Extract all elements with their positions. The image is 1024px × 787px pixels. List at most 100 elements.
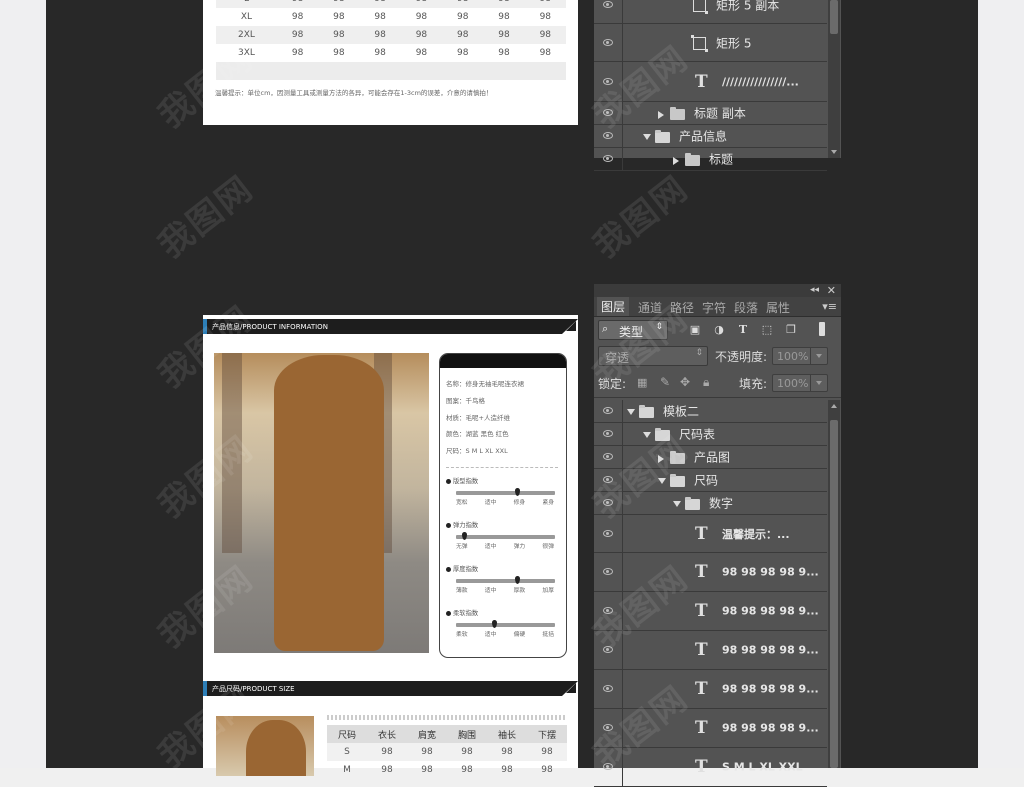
folder-icon bbox=[685, 152, 700, 166]
layer-row[interactable]: 尺码 bbox=[594, 469, 827, 492]
eye-icon[interactable] bbox=[603, 132, 613, 139]
layer-row[interactable]: 产品图 bbox=[594, 446, 827, 469]
visibility-toggle[interactable] bbox=[594, 24, 623, 61]
visibility-toggle[interactable] bbox=[594, 709, 623, 747]
opacity-field[interactable]: 100% bbox=[772, 347, 828, 365]
layer-row[interactable]: T ////////////////... bbox=[594, 62, 827, 102]
tab-character[interactable]: 字符 bbox=[702, 299, 726, 316]
eye-icon[interactable] bbox=[603, 407, 613, 414]
value-cell: 98 bbox=[359, 0, 401, 8]
eye-icon[interactable] bbox=[603, 38, 613, 46]
eye-icon[interactable] bbox=[603, 568, 613, 575]
layer-row[interactable]: T 温馨提示：... bbox=[594, 515, 827, 553]
layer-row[interactable]: 产品信息 bbox=[594, 125, 827, 148]
visibility-toggle[interactable] bbox=[594, 469, 623, 491]
scrollbar[interactable] bbox=[828, 0, 840, 158]
layer-row[interactable]: 标题 bbox=[594, 148, 827, 171]
layer-row[interactable]: 尺码表 bbox=[594, 423, 827, 446]
tab-paths[interactable]: 路径 bbox=[670, 299, 694, 316]
left-margin bbox=[0, 0, 46, 768]
visibility-toggle[interactable] bbox=[594, 446, 623, 468]
layer-row[interactable]: 模板二 bbox=[594, 400, 827, 423]
info-material: 材质：毛呢+人造纤维 bbox=[446, 413, 510, 422]
eye-icon[interactable] bbox=[603, 724, 613, 731]
expand-down-icon[interactable] bbox=[643, 133, 651, 140]
visibility-toggle[interactable] bbox=[594, 125, 623, 147]
eye-icon[interactable] bbox=[603, 109, 613, 116]
eye-icon[interactable] bbox=[603, 430, 613, 437]
tab-layers[interactable]: 图层 bbox=[597, 297, 630, 316]
visibility-toggle[interactable] bbox=[594, 670, 623, 708]
fill-field[interactable]: 100% bbox=[772, 374, 828, 392]
value-cell: 98 bbox=[541, 765, 553, 775]
tab-channels[interactable]: 通道 bbox=[638, 299, 662, 316]
adjustment-filter-icon[interactable]: ◑ bbox=[713, 324, 725, 335]
tab-properties[interactable]: 属性 bbox=[766, 299, 790, 316]
lock-paint-icon[interactable]: ✎ bbox=[660, 375, 670, 389]
layer-row[interactable]: T 98 98 98 98 9... bbox=[594, 553, 827, 592]
visibility-toggle[interactable] bbox=[594, 148, 623, 170]
eye-icon[interactable] bbox=[603, 607, 613, 614]
visibility-toggle[interactable] bbox=[594, 0, 623, 23]
filter-kind-select[interactable]: ⌕ 类型 ⇕ bbox=[598, 320, 668, 340]
index-tick-label: 紧身 bbox=[542, 500, 554, 506]
lock-transparent-icon[interactable]: ▦ bbox=[637, 376, 647, 389]
smart-object-filter-icon[interactable]: ❐ bbox=[785, 324, 797, 335]
layers-panel-top: 矩形 5 副本 矩形 5 T ////////////////... 标题 副本产品信息… bbox=[594, 0, 841, 171]
expand-down-icon[interactable] bbox=[658, 477, 666, 484]
image-filter-icon[interactable]: ▣ bbox=[689, 324, 701, 335]
value-cell: 98 bbox=[442, 26, 484, 44]
size-photo bbox=[216, 716, 314, 776]
layer-row[interactable]: T 98 98 98 98 9... bbox=[594, 631, 827, 670]
visibility-toggle[interactable] bbox=[594, 592, 623, 630]
layer-row[interactable]: T 98 98 98 98 9... bbox=[594, 670, 827, 709]
value-cell: 98 bbox=[456, 48, 469, 58]
visibility-toggle[interactable] bbox=[594, 423, 623, 445]
visibility-toggle[interactable] bbox=[594, 102, 623, 124]
filter-toggle[interactable] bbox=[819, 322, 825, 336]
shape-filter-icon[interactable]: ⬚ bbox=[761, 324, 773, 335]
table-row bbox=[216, 62, 566, 80]
expand-down-icon[interactable] bbox=[643, 431, 651, 438]
tab-paragraph[interactable]: 段落 bbox=[734, 299, 758, 316]
expand-right-icon[interactable] bbox=[658, 454, 664, 463]
eye-icon[interactable] bbox=[603, 499, 613, 506]
expand-right-icon[interactable] bbox=[673, 156, 679, 165]
eye-icon[interactable] bbox=[603, 77, 613, 85]
eye-icon[interactable] bbox=[603, 155, 613, 162]
eye-icon[interactable] bbox=[603, 453, 613, 460]
visibility-toggle[interactable] bbox=[594, 62, 623, 101]
eye-icon[interactable] bbox=[603, 0, 613, 8]
layer-row[interactable]: 矩形 5 副本 bbox=[594, 0, 827, 24]
expand-down-icon[interactable] bbox=[627, 408, 635, 415]
panel-menu-icon[interactable]: ▾≡ bbox=[822, 300, 837, 313]
visibility-toggle[interactable] bbox=[594, 400, 623, 422]
visibility-toggle[interactable] bbox=[594, 492, 623, 514]
visibility-toggle[interactable] bbox=[594, 515, 623, 552]
layer-row[interactable]: T 98 98 98 98 9... bbox=[594, 709, 827, 748]
eye-icon[interactable] bbox=[603, 685, 613, 692]
eye-icon[interactable] bbox=[603, 476, 613, 483]
layer-row[interactable]: 数字 bbox=[594, 492, 827, 515]
scrollbar[interactable] bbox=[828, 400, 840, 768]
lock-move-icon[interactable]: ✥ bbox=[680, 375, 690, 389]
expand-down-icon[interactable] bbox=[673, 500, 681, 507]
index-title: 版型指数 bbox=[446, 476, 560, 485]
blend-mode-select[interactable]: 穿透 ⇕ bbox=[598, 346, 708, 366]
layer-row[interactable]: T 98 98 98 98 9... bbox=[594, 592, 827, 631]
layer-name: 标题 副本 bbox=[694, 106, 746, 121]
visibility-toggle[interactable] bbox=[594, 631, 623, 669]
layer-row[interactable]: 矩形 5 bbox=[594, 24, 827, 62]
visibility-toggle[interactable] bbox=[594, 553, 623, 591]
visibility-toggle[interactable] bbox=[594, 748, 623, 786]
eye-icon[interactable] bbox=[603, 646, 613, 653]
collapse-icon[interactable]: ◂◂ bbox=[810, 285, 819, 295]
layer-row[interactable]: 标题 副本 bbox=[594, 102, 827, 125]
type-filter-icon[interactable]: T bbox=[737, 324, 749, 335]
layer-name: 98 98 98 98 9... bbox=[722, 643, 819, 657]
eye-icon[interactable] bbox=[603, 763, 613, 770]
lock-all-icon[interactable]: 🔒︎ bbox=[703, 375, 709, 390]
eye-icon[interactable] bbox=[603, 529, 613, 537]
expand-right-icon[interactable] bbox=[658, 110, 664, 119]
close-icon[interactable]: ✕ bbox=[827, 284, 836, 297]
